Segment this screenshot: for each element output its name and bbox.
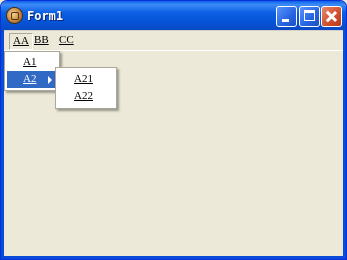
window-frame-right: [343, 30, 346, 259]
close-button[interactable]: [321, 6, 342, 27]
menu-item-a2-label: A2: [23, 73, 37, 85]
submenu-arrow-icon: [48, 76, 52, 84]
menu-cc[interactable]: CC: [56, 33, 77, 48]
submenu-a2-popup: A21 A22: [55, 67, 117, 109]
menu-bar: AA BB CC: [4, 30, 343, 51]
menu-item-a1[interactable]: A1: [7, 54, 57, 71]
menu-item-a21[interactable]: A21: [58, 71, 114, 88]
maximize-icon: [304, 10, 315, 21]
window-title: Form1: [27, 9, 64, 23]
minimize-button[interactable]: [276, 6, 297, 27]
form1-window: Form1 AA BB CC: [0, 0, 347, 260]
menu-aa-popup: A1 A2: [4, 51, 60, 91]
window-frame-bottom: [1, 256, 346, 259]
menu-aa[interactable]: AA: [9, 33, 33, 50]
menu-item-a22[interactable]: A22: [58, 88, 114, 105]
menu-item-a1-label: A1: [23, 56, 37, 68]
maximize-button[interactable]: [299, 6, 320, 27]
menu-bb[interactable]: BB: [31, 33, 52, 48]
menu-item-a22-label: A22: [74, 90, 93, 102]
close-icon: [322, 7, 341, 26]
menu-item-a2[interactable]: A2: [7, 71, 57, 88]
app-icon[interactable]: [7, 8, 22, 23]
title-bar[interactable]: Form1: [1, 1, 346, 30]
menu-item-a21-label: A21: [74, 73, 93, 85]
minimize-icon: [282, 19, 289, 22]
